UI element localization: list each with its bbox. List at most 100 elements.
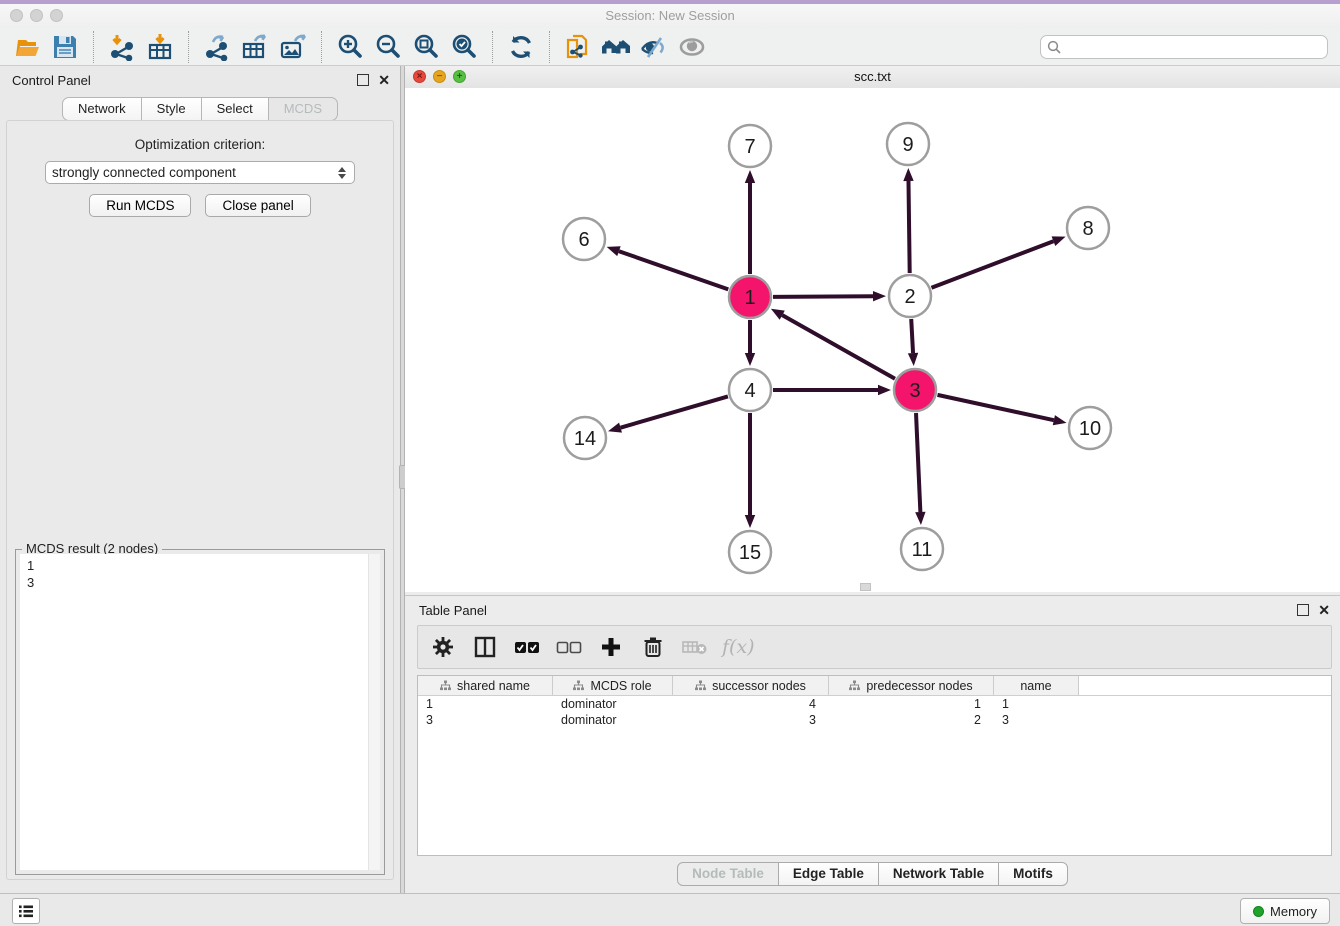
close-table-panel-icon[interactable]: ✕ bbox=[1318, 605, 1330, 615]
table-cell[interactable]: 3 bbox=[418, 712, 553, 728]
edge-2-3[interactable] bbox=[911, 319, 913, 353]
table-cell[interactable]: 3 bbox=[673, 712, 829, 728]
mcds-result-text[interactable]: 1 3 bbox=[20, 554, 368, 870]
graph-node-6[interactable]: 6 bbox=[563, 218, 605, 260]
edge-arrow-2-3 bbox=[908, 353, 918, 366]
tab-mcds[interactable]: MCDS bbox=[268, 97, 338, 121]
canvas-resize-handle[interactable] bbox=[860, 583, 871, 591]
select-all-button[interactable] bbox=[512, 632, 542, 662]
edge-2-8[interactable] bbox=[931, 241, 1053, 288]
criterion-dropdown[interactable]: strongly connected component bbox=[45, 161, 355, 184]
add-column-button[interactable] bbox=[596, 632, 626, 662]
column-header-shared-name[interactable]: shared name bbox=[418, 676, 553, 695]
graph-node-7[interactable]: 7 bbox=[729, 125, 771, 167]
zoom-selected-button[interactable] bbox=[448, 31, 480, 63]
tab-node-table[interactable]: Node Table bbox=[677, 862, 779, 886]
network-canvas[interactable]: 1 2 3 4 6 7 8 9 10 11 14 15 bbox=[405, 88, 1340, 592]
tab-select[interactable]: Select bbox=[201, 97, 269, 121]
zoom-in-button[interactable] bbox=[334, 31, 366, 63]
table-cell[interactable]: 3 bbox=[994, 712, 1079, 728]
graph-node-4[interactable]: 4 bbox=[729, 369, 771, 411]
edge-arrow-4-14 bbox=[608, 423, 622, 433]
delete-column-button[interactable] bbox=[638, 632, 668, 662]
tab-edge-table[interactable]: Edge Table bbox=[778, 862, 879, 886]
edge-arrow-2-8 bbox=[1052, 236, 1066, 246]
control-panel-tabs: NetworkStyleSelectMCDS bbox=[0, 97, 400, 121]
tab-network[interactable]: Network bbox=[62, 97, 142, 121]
edge-4-14[interactable] bbox=[621, 396, 728, 427]
graph-node-9[interactable]: 9 bbox=[887, 123, 929, 165]
result-scrollbar[interactable] bbox=[368, 554, 380, 870]
graph-node-11[interactable]: 11 bbox=[901, 528, 943, 570]
import-network-button[interactable] bbox=[106, 31, 138, 63]
search-box[interactable] bbox=[1040, 35, 1328, 59]
open-session-button[interactable] bbox=[11, 31, 43, 63]
edge-1-2[interactable] bbox=[773, 296, 873, 297]
table-cell[interactable]: 1 bbox=[994, 696, 1079, 712]
edge-1-6[interactable] bbox=[619, 251, 728, 289]
hide-view-button[interactable] bbox=[638, 31, 670, 63]
export-image-button[interactable] bbox=[277, 31, 309, 63]
graph-node-10[interactable]: 10 bbox=[1069, 407, 1111, 449]
node-table: shared nameMCDS rolesuccessor nodesprede… bbox=[417, 675, 1332, 856]
search-input[interactable] bbox=[1065, 39, 1327, 56]
column-header-successor-nodes[interactable]: successor nodes bbox=[673, 676, 829, 695]
zoom-out-button[interactable] bbox=[372, 31, 404, 63]
column-header-name[interactable]: name bbox=[994, 676, 1079, 695]
table-row[interactable]: 1dominator411 bbox=[418, 696, 1331, 712]
graph-node-1[interactable]: 1 bbox=[729, 276, 771, 318]
deselect-all-button[interactable] bbox=[554, 632, 584, 662]
run-mcds-button[interactable]: Run MCDS bbox=[89, 194, 191, 217]
choose-columns-button[interactable] bbox=[470, 632, 500, 662]
column-header-MCDS-role[interactable]: MCDS role bbox=[553, 676, 673, 695]
show-view-button[interactable] bbox=[676, 31, 708, 63]
edge-3-10[interactable] bbox=[937, 395, 1053, 420]
graph-node-3[interactable]: 3 bbox=[894, 369, 936, 411]
graph-node-14[interactable]: 14 bbox=[564, 417, 606, 459]
zoom-out-icon bbox=[374, 33, 402, 61]
export-table-button[interactable] bbox=[239, 31, 271, 63]
application-window: Session: New Session bbox=[0, 0, 1340, 926]
float-table-panel-icon[interactable] bbox=[1297, 604, 1309, 616]
table-row[interactable]: 3dominator323 bbox=[418, 712, 1331, 728]
save-session-button[interactable] bbox=[49, 31, 81, 63]
show-panels-button[interactable] bbox=[12, 898, 40, 924]
list-icon bbox=[18, 904, 34, 918]
memory-button[interactable]: Memory bbox=[1240, 898, 1330, 924]
criterion-dropdown-value: strongly connected component bbox=[52, 165, 338, 180]
table-cell[interactable]: 1 bbox=[418, 696, 553, 712]
svg-text:3: 3 bbox=[909, 380, 920, 402]
column-header-predecessor-nodes[interactable]: predecessor nodes bbox=[829, 676, 994, 695]
export-network-button[interactable] bbox=[201, 31, 233, 63]
edge-arrow-2-9 bbox=[903, 168, 913, 181]
table-cell[interactable]: 4 bbox=[673, 696, 829, 712]
graph-node-8[interactable]: 8 bbox=[1067, 207, 1109, 249]
table-cell[interactable]: 1 bbox=[829, 696, 994, 712]
table-panel-title: Table Panel bbox=[419, 603, 487, 618]
import-table-button[interactable] bbox=[144, 31, 176, 63]
plus-icon bbox=[600, 636, 622, 658]
close-panel-icon[interactable]: ✕ bbox=[378, 75, 390, 85]
table-settings-button[interactable] bbox=[428, 632, 458, 662]
svg-text:6: 6 bbox=[578, 229, 589, 251]
table-cell[interactable]: 2 bbox=[829, 712, 994, 728]
edge-2-9[interactable] bbox=[908, 181, 909, 273]
network-window-titlebar[interactable]: × − + scc.txt bbox=[405, 66, 1340, 89]
graph-node-2[interactable]: 2 bbox=[889, 275, 931, 317]
graph-node-15[interactable]: 15 bbox=[729, 531, 771, 573]
table-cell[interactable]: dominator bbox=[553, 696, 673, 712]
tab-motifs[interactable]: Motifs bbox=[998, 862, 1068, 886]
refresh-view-button[interactable] bbox=[505, 31, 537, 63]
home-view-button[interactable] bbox=[600, 31, 632, 63]
edge-3-11[interactable] bbox=[916, 413, 920, 512]
edge-3-1[interactable] bbox=[782, 315, 895, 379]
eye-slash-icon bbox=[639, 33, 669, 61]
float-panel-icon[interactable] bbox=[357, 74, 369, 86]
table-cell[interactable]: dominator bbox=[553, 712, 673, 728]
tab-style[interactable]: Style bbox=[141, 97, 202, 121]
close-panel-button[interactable]: Close panel bbox=[205, 194, 310, 217]
tab-network-table[interactable]: Network Table bbox=[878, 862, 999, 886]
dropdown-stepper-icon bbox=[338, 167, 346, 179]
zoom-fit-button[interactable] bbox=[410, 31, 442, 63]
clone-network-button[interactable] bbox=[562, 31, 594, 63]
